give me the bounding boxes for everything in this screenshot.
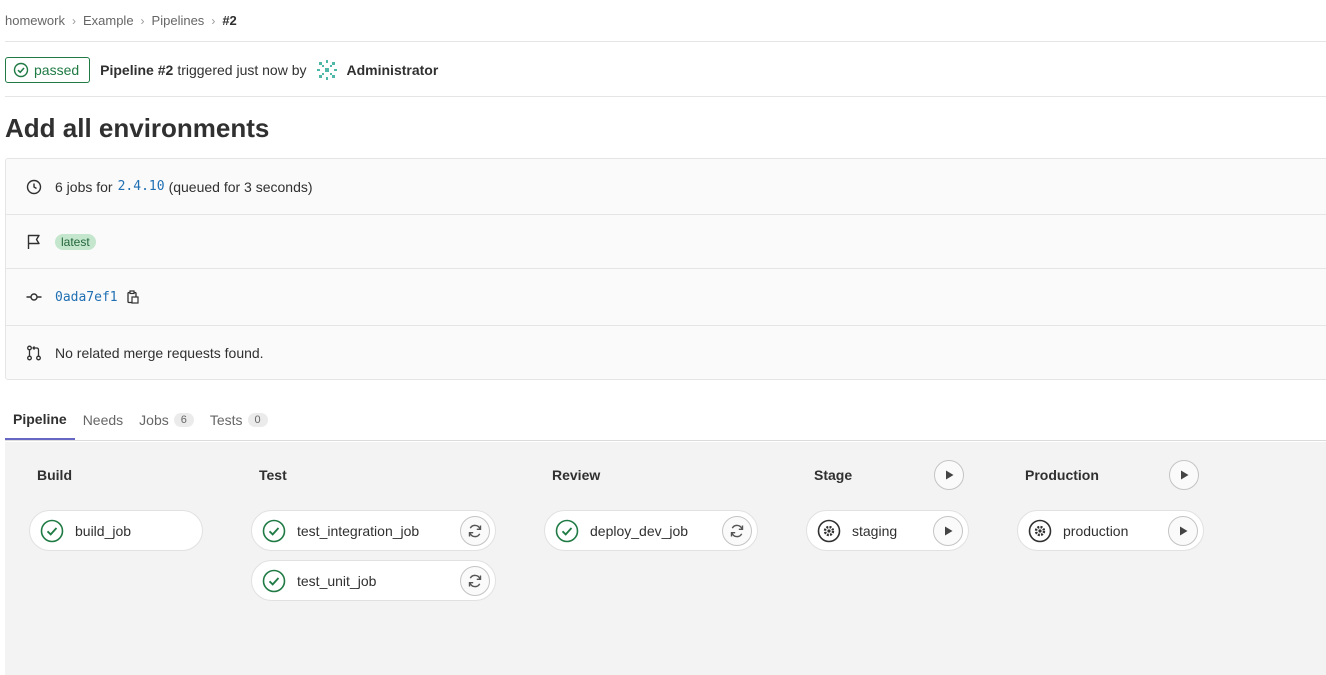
status-manual-icon	[1028, 519, 1052, 542]
retry-icon[interactable]	[722, 516, 752, 546]
jobs-count-text: 6 jobs for	[55, 178, 113, 195]
jobs-count-badge: 6	[173, 413, 194, 427]
pipeline-tabs: Pipeline Needs Jobs 6 Tests 0	[5, 400, 1326, 441]
retry-icon[interactable]	[460, 516, 490, 546]
job-test-integration[interactable]: test_integration_job	[251, 510, 496, 551]
tab-label: Tests	[209, 412, 243, 428]
queued-text: (queued for 3 seconds)	[168, 178, 313, 195]
job-deploy-dev[interactable]: deploy_dev_job	[544, 510, 758, 551]
stage-title: Review	[552, 467, 601, 483]
merge-requests-text: No related merge requests found.	[55, 345, 264, 361]
jobs-row: 6 jobs for 2.4.10 (queued for 3 seconds)	[6, 159, 1326, 214]
job-name: test_integration_job	[297, 522, 420, 539]
play-icon[interactable]	[1168, 516, 1198, 546]
tab-label: Needs	[82, 412, 124, 428]
commit-row: 0ada7ef1	[6, 269, 1326, 325]
user-name[interactable]: Administrator	[347, 62, 439, 78]
job-staging[interactable]: staging	[806, 510, 969, 551]
tab-needs[interactable]: Needs	[75, 400, 131, 440]
chevron-right-icon: ›	[71, 13, 76, 28]
avatar[interactable]	[314, 57, 339, 82]
job-name: deploy_dev_job	[590, 522, 689, 539]
status-badge[interactable]: passed	[5, 56, 91, 83]
job-build[interactable]: build_job	[29, 510, 203, 551]
ref-link[interactable]: 2.4.10	[118, 179, 165, 194]
stage-title: Build	[37, 467, 72, 483]
pipeline-graph: Build build_job Test test_integration_jo…	[5, 442, 1326, 675]
breadcrumb: homework › Example › Pipelines › #2	[5, 0, 1326, 41]
breadcrumb-item-pipelines[interactable]: Pipelines	[152, 13, 205, 28]
commit-icon	[26, 289, 42, 305]
job-production[interactable]: production	[1017, 510, 1204, 551]
play-icon[interactable]	[934, 460, 964, 490]
job-name: test_unit_job	[297, 572, 377, 589]
tab-tests[interactable]: Tests 0	[202, 400, 276, 440]
pipeline-info: Pipeline #2 triggered just now by Admini…	[100, 57, 439, 82]
divider	[5, 440, 1326, 441]
job-name: build_job	[75, 522, 132, 539]
status-manual-icon	[817, 519, 841, 542]
stage-title: Stage	[814, 467, 853, 483]
triggered-text: triggered just now by	[177, 61, 307, 78]
job-name: staging	[852, 522, 898, 539]
divider	[5, 96, 1326, 97]
status-label: passed	[34, 61, 80, 78]
retry-icon[interactable]	[460, 566, 490, 596]
status-success-icon	[555, 519, 579, 542]
merge-request-row: No related merge requests found.	[6, 326, 1326, 380]
tab-label: Jobs	[139, 412, 169, 428]
copy-icon[interactable]	[126, 290, 140, 304]
play-icon[interactable]	[1169, 460, 1199, 490]
tag-row: latest	[6, 215, 1326, 268]
tab-label: Pipeline	[13, 411, 67, 427]
tests-count-badge: 0	[247, 413, 268, 427]
chevron-right-icon: ›	[211, 13, 216, 28]
breadcrumb-item-current[interactable]: #2	[222, 13, 236, 28]
status-success-icon	[40, 519, 64, 542]
pipeline-header: passed Pipeline #2 triggered just now by…	[5, 56, 438, 83]
stage-title: Test	[259, 467, 287, 483]
flag-icon	[26, 234, 42, 250]
divider	[5, 41, 1326, 42]
status-success-icon	[13, 62, 29, 77]
status-success-icon	[262, 569, 286, 592]
tab-jobs[interactable]: Jobs 6	[131, 400, 202, 440]
pipeline-details: 6 jobs for 2.4.10 (queued for 3 seconds)…	[5, 158, 1326, 380]
job-test-unit[interactable]: test_unit_job	[251, 560, 496, 601]
merge-request-icon	[26, 345, 42, 361]
page-title: Add all environments	[5, 113, 270, 143]
tab-pipeline[interactable]: Pipeline	[5, 400, 75, 440]
chevron-right-icon: ›	[140, 13, 145, 28]
commit-sha-link[interactable]: 0ada7ef1	[55, 290, 118, 305]
latest-badge: latest	[55, 233, 96, 250]
play-icon[interactable]	[933, 516, 963, 546]
clock-icon	[26, 179, 42, 195]
pipeline-label: Pipeline #2	[100, 61, 174, 78]
stage-title: Production	[1025, 467, 1099, 483]
status-success-icon	[262, 519, 286, 542]
breadcrumb-item-homework[interactable]: homework	[5, 13, 65, 28]
breadcrumb-item-example[interactable]: Example	[83, 13, 134, 28]
job-name: production	[1063, 522, 1129, 539]
